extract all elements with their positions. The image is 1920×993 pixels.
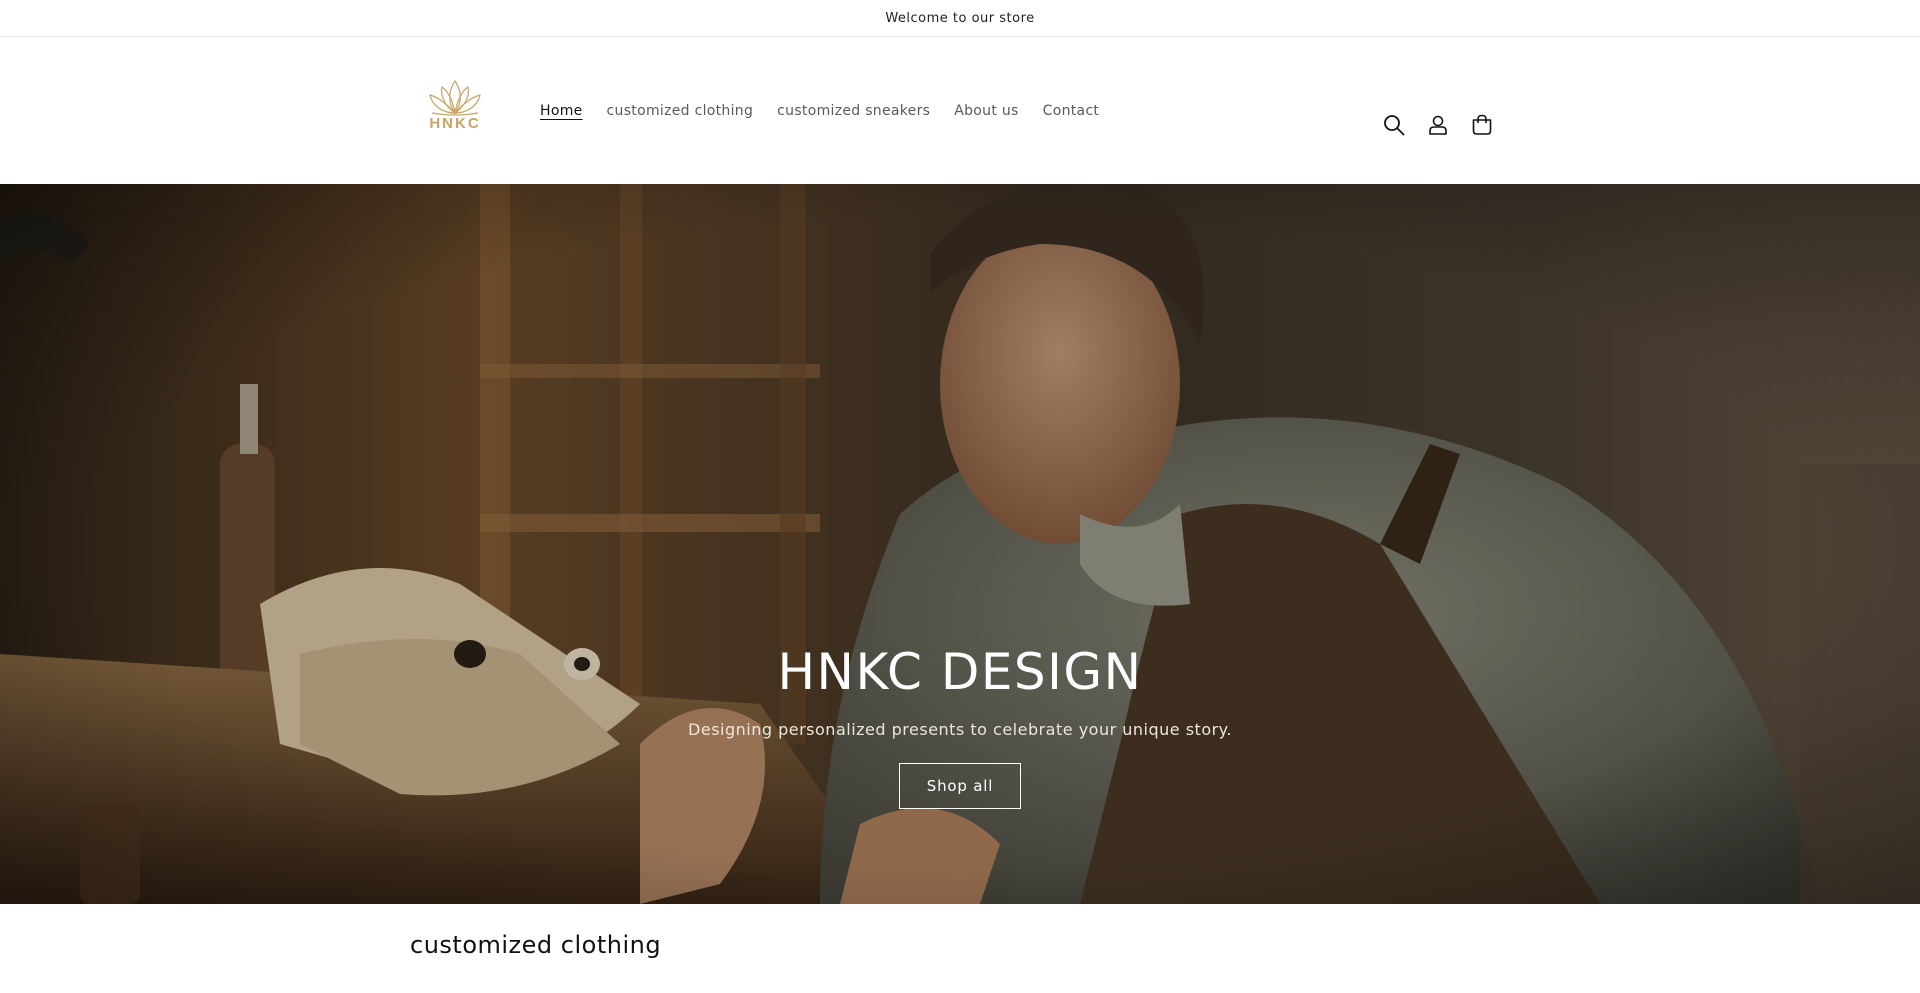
nav-item-customized-clothing[interactable]: customized clothing bbox=[595, 91, 766, 131]
hero-title: HNKC DESIGN bbox=[777, 643, 1143, 701]
cart-button[interactable] bbox=[1460, 103, 1504, 147]
logo-text: HNKC bbox=[429, 115, 481, 132]
account-icon bbox=[1429, 115, 1447, 135]
shop-all-button[interactable]: Shop all bbox=[899, 763, 1021, 809]
store-logo[interactable]: HNKC bbox=[420, 77, 490, 145]
hero-content: HNKC DESIGN Designing personalized prese… bbox=[0, 642, 1920, 809]
search-icon bbox=[1384, 115, 1405, 136]
account-button[interactable] bbox=[1416, 103, 1460, 147]
main-nav: Home customized clothing customized snea… bbox=[528, 91, 1111, 131]
announcement-bar: Welcome to our store bbox=[0, 0, 1920, 37]
search-button[interactable] bbox=[1372, 103, 1416, 147]
site-header: HNKC Home customized clothing customized… bbox=[0, 37, 1920, 184]
nav-item-contact[interactable]: Contact bbox=[1031, 91, 1112, 131]
lotus-icon bbox=[429, 79, 481, 116]
nav-item-customized-sneakers[interactable]: customized sneakers bbox=[765, 91, 942, 131]
nav-item-home[interactable]: Home bbox=[528, 91, 595, 131]
header-icons bbox=[1372, 103, 1504, 147]
announcement-text: Welcome to our store bbox=[885, 10, 1035, 26]
collection-heading: customized clothing bbox=[410, 931, 662, 959]
cart-icon bbox=[1472, 114, 1492, 135]
header-inner: HNKC Home customized clothing customized… bbox=[0, 37, 1920, 184]
hero-banner: HNKC DESIGN Designing personalized prese… bbox=[0, 184, 1920, 904]
nav-item-about-us[interactable]: About us bbox=[942, 91, 1030, 131]
hero-subtitle: Designing personalized presents to celeb… bbox=[688, 720, 1232, 739]
